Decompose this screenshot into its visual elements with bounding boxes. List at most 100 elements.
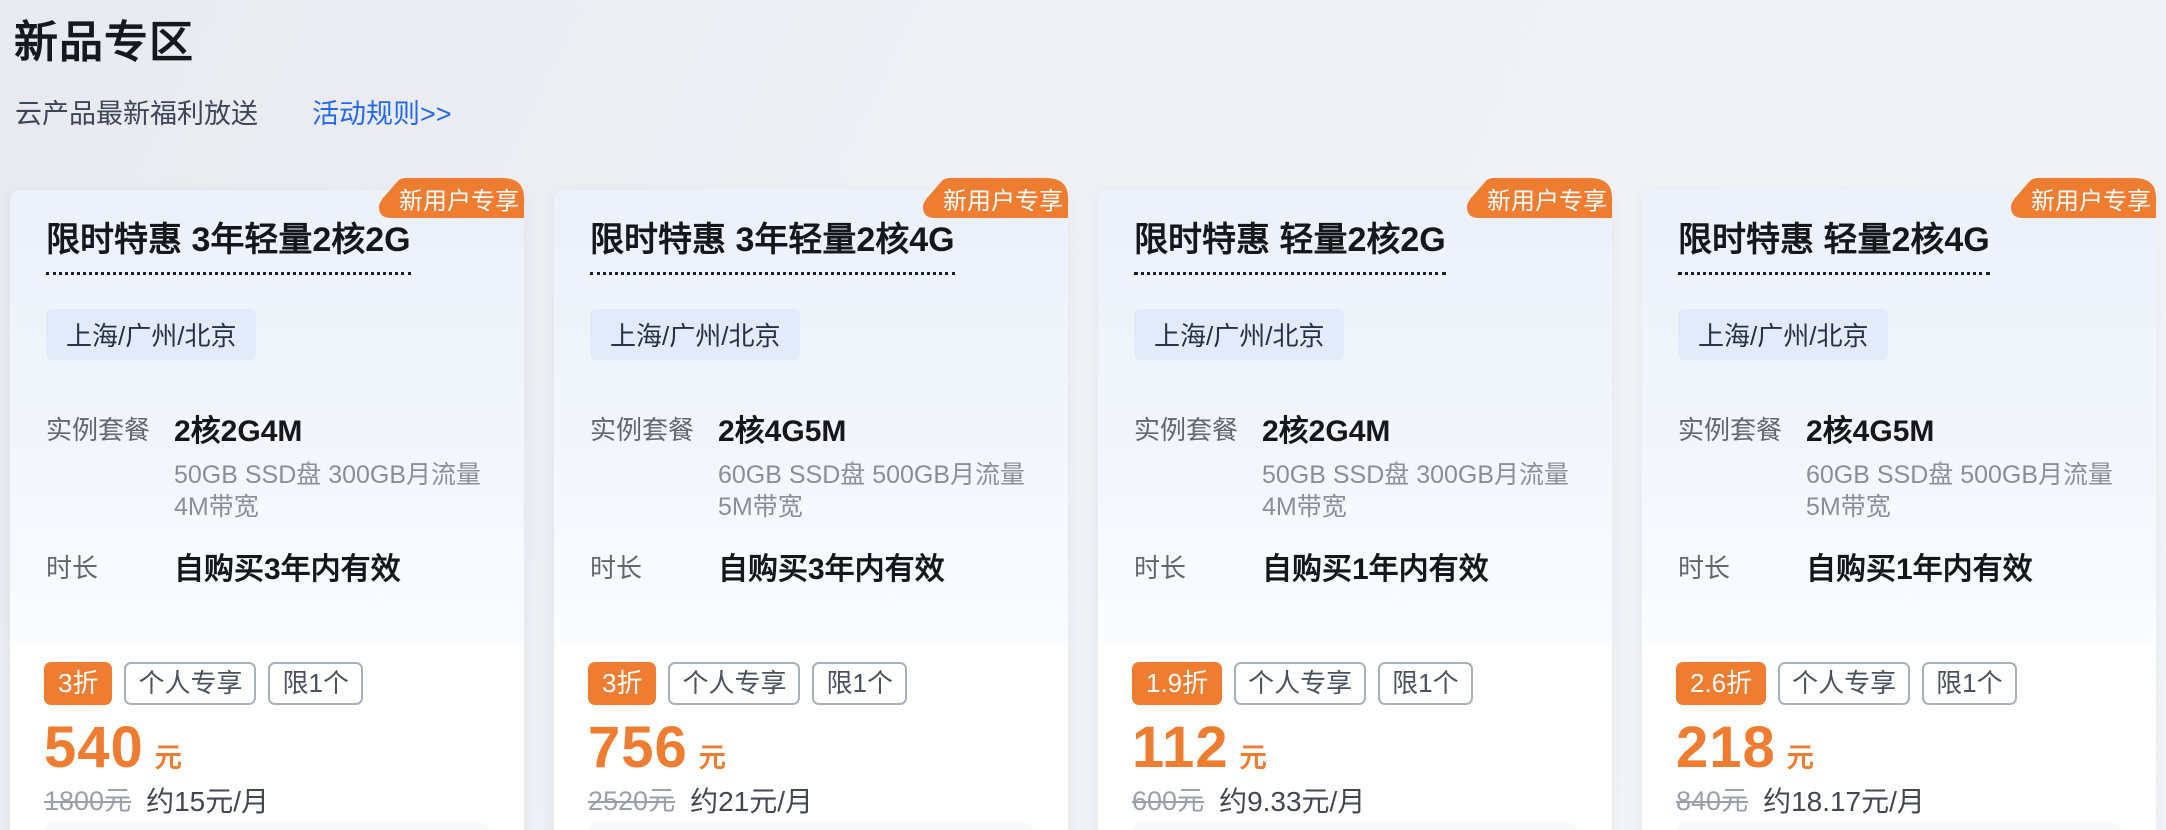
spec-value: 2核2G4M — [1262, 406, 1576, 450]
region-tag: 上海/广州/北京 — [46, 309, 256, 360]
price-currency: 元 — [1787, 736, 1814, 775]
card-top-section: 限时特惠 轻量2核2G 上海/广州/北京 实例套餐 2核2G4M 50GB SS… — [1098, 190, 1612, 642]
personal-badge: 个人专享 — [1234, 662, 1366, 705]
product-card[interactable]: 新用户专享 限时特惠 3年轻量2核2G 上海/广州/北京 实例套餐 2核2G4M… — [10, 190, 524, 830]
monthly-price: 约15元/月 — [146, 785, 269, 818]
ribbon-label: 新用户专享 — [1462, 178, 1612, 218]
badge-row: 2.6折 个人专享 限1个 — [1676, 662, 2122, 705]
card-price-section: 2.6折 个人专享 限1个 218 元 840元 约18.17元/月 — [1642, 642, 2156, 830]
new-user-ribbon: 新用户专享 — [1462, 178, 1612, 218]
badge-row: 1.9折 个人专享 限1个 — [1132, 662, 1578, 705]
card-price-section: 3折 个人专享 限1个 540 元 1800元 约15元/月 — [10, 642, 524, 830]
card-top-section: 限时特惠 3年轻量2核2G 上海/广州/北京 实例套餐 2核2G4M 50GB … — [10, 190, 524, 642]
instance-spec-row: 实例套餐 2核2G4M 50GB SSD盘 300GB月流量 4M带宽 — [1134, 406, 1576, 524]
discount-badge: 3折 — [588, 662, 656, 705]
monthly-price: 约21元/月 — [690, 785, 813, 818]
price-row: 112 元 — [1132, 719, 1578, 777]
page-title: 新品专区 — [14, 6, 194, 70]
duration-value: 自购买1年内有效 — [1262, 544, 1489, 588]
personal-badge: 个人专享 — [668, 662, 800, 705]
card-price-section: 3折 个人专享 限1个 756 元 2520元 约21元/月 — [554, 642, 1068, 830]
duration-row: 时长 自购买1年内有效 — [1134, 544, 1576, 588]
price-row: 540 元 — [44, 719, 490, 777]
duration-value: 自购买3年内有效 — [718, 544, 945, 588]
product-card[interactable]: 新用户专享 限时特惠 3年轻量2核4G 上海/广州/北京 实例套餐 2核4G5M… — [554, 190, 1068, 830]
duration-label: 时长 — [590, 544, 718, 588]
original-price: 1800元 — [44, 785, 131, 818]
region-tag: 上海/广州/北京 — [1134, 309, 1344, 360]
card-title: 限时特惠 轻量2核2G — [1134, 220, 1576, 261]
product-card-list: 新用户专享 限时特惠 3年轻量2核2G 上海/广州/北京 实例套餐 2核2G4M… — [0, 190, 2166, 830]
original-price: 840元 — [1676, 785, 1748, 818]
personal-badge: 个人专享 — [124, 662, 256, 705]
price-value: 112 — [1132, 719, 1229, 777]
personal-badge: 个人专享 — [1778, 662, 1910, 705]
instance-spec-row: 实例套餐 2核4G5M 60GB SSD盘 500GB月流量 5M带宽 — [1678, 406, 2120, 524]
spec-value: 2核4G5M — [1806, 406, 2120, 450]
original-price-row: 840元 约18.17元/月 — [1676, 785, 2122, 818]
badge-row: 3折 个人专享 限1个 — [588, 662, 1034, 705]
badge-row: 3折 个人专享 限1个 — [44, 662, 490, 705]
card-top-section: 限时特惠 3年轻量2核4G 上海/广州/北京 实例套餐 2核4G5M 60GB … — [554, 190, 1068, 642]
region-tag: 上海/广州/北京 — [590, 309, 800, 360]
original-price: 600元 — [1132, 785, 1204, 818]
original-price-row: 2520元 约21元/月 — [588, 785, 1034, 818]
original-price-row: 1800元 约15元/月 — [44, 785, 490, 818]
spec-detail: 60GB SSD盘 500GB月流量 5M带宽 — [718, 459, 1032, 524]
buy-button[interactable] — [1676, 822, 2122, 830]
price-value: 218 — [1676, 719, 1776, 777]
price-row: 756 元 — [588, 719, 1034, 777]
activity-rules-link[interactable]: 活动规则>> — [312, 92, 452, 131]
price-currency: 元 — [155, 736, 182, 775]
discount-badge: 1.9折 — [1132, 662, 1222, 705]
duration-row: 时长 自购买3年内有效 — [590, 544, 1032, 588]
product-card[interactable]: 新用户专享 限时特惠 轻量2核4G 上海/广州/北京 实例套餐 2核4G5M 6… — [1642, 190, 2156, 830]
buy-button[interactable] — [588, 822, 1034, 830]
spec-detail: 50GB SSD盘 300GB月流量 4M带宽 — [174, 459, 488, 524]
spec-detail: 60GB SSD盘 500GB月流量 5M带宽 — [1806, 459, 2120, 524]
instance-spec-row: 实例套餐 2核2G4M 50GB SSD盘 300GB月流量 4M带宽 — [46, 406, 488, 524]
discount-badge: 2.6折 — [1676, 662, 1766, 705]
card-title: 限时特惠 3年轻量2核4G — [590, 220, 1032, 261]
subtitle-row: 云产品最新福利放送 活动规则>> — [15, 92, 452, 131]
new-user-ribbon: 新用户专享 — [918, 178, 1068, 218]
original-price-row: 600元 约9.33元/月 — [1132, 785, 1578, 818]
buy-button[interactable] — [1132, 822, 1578, 830]
card-top-section: 限时特惠 轻量2核4G 上海/广州/北京 实例套餐 2核4G5M 60GB SS… — [1642, 190, 2156, 642]
spec-label: 实例套餐 — [1134, 406, 1262, 524]
limit-badge: 限1个 — [1922, 662, 2016, 705]
instance-spec-row: 实例套餐 2核4G5M 60GB SSD盘 500GB月流量 5M带宽 — [590, 406, 1032, 524]
buy-button[interactable] — [44, 822, 490, 830]
card-title: 限时特惠 轻量2核4G — [1678, 220, 2120, 261]
card-price-section: 1.9折 个人专享 限1个 112 元 600元 约9.33元/月 — [1098, 642, 1612, 830]
limit-badge: 限1个 — [268, 662, 362, 705]
duration-label: 时长 — [1678, 544, 1806, 588]
price-value: 756 — [588, 719, 688, 777]
price-value: 540 — [44, 719, 144, 777]
price-currency: 元 — [1240, 736, 1267, 775]
discount-badge: 3折 — [44, 662, 112, 705]
new-user-ribbon: 新用户专享 — [2006, 178, 2156, 218]
limit-badge: 限1个 — [812, 662, 906, 705]
duration-label: 时长 — [46, 544, 174, 588]
spec-label: 实例套餐 — [1678, 406, 1806, 524]
ribbon-label: 新用户专享 — [918, 178, 1068, 218]
duration-row: 时长 自购买3年内有效 — [46, 544, 488, 588]
new-user-ribbon: 新用户专享 — [374, 178, 524, 218]
ribbon-label: 新用户专享 — [374, 178, 524, 218]
spec-label: 实例套餐 — [590, 406, 718, 524]
ribbon-label: 新用户专享 — [2006, 178, 2156, 218]
price-currency: 元 — [699, 736, 726, 775]
page-subtitle: 云产品最新福利放送 — [15, 92, 258, 131]
monthly-price: 约18.17元/月 — [1763, 785, 1925, 818]
spec-label: 实例套餐 — [46, 406, 174, 524]
spec-value: 2核2G4M — [174, 406, 488, 450]
duration-label: 时长 — [1134, 544, 1262, 588]
duration-row: 时长 自购买1年内有效 — [1678, 544, 2120, 588]
duration-value: 自购买3年内有效 — [174, 544, 401, 588]
original-price: 2520元 — [588, 785, 675, 818]
product-card[interactable]: 新用户专享 限时特惠 轻量2核2G 上海/广州/北京 实例套餐 2核2G4M 5… — [1098, 190, 1612, 830]
price-row: 218 元 — [1676, 719, 2122, 777]
duration-value: 自购买1年内有效 — [1806, 544, 2033, 588]
card-title: 限时特惠 3年轻量2核2G — [46, 220, 488, 261]
